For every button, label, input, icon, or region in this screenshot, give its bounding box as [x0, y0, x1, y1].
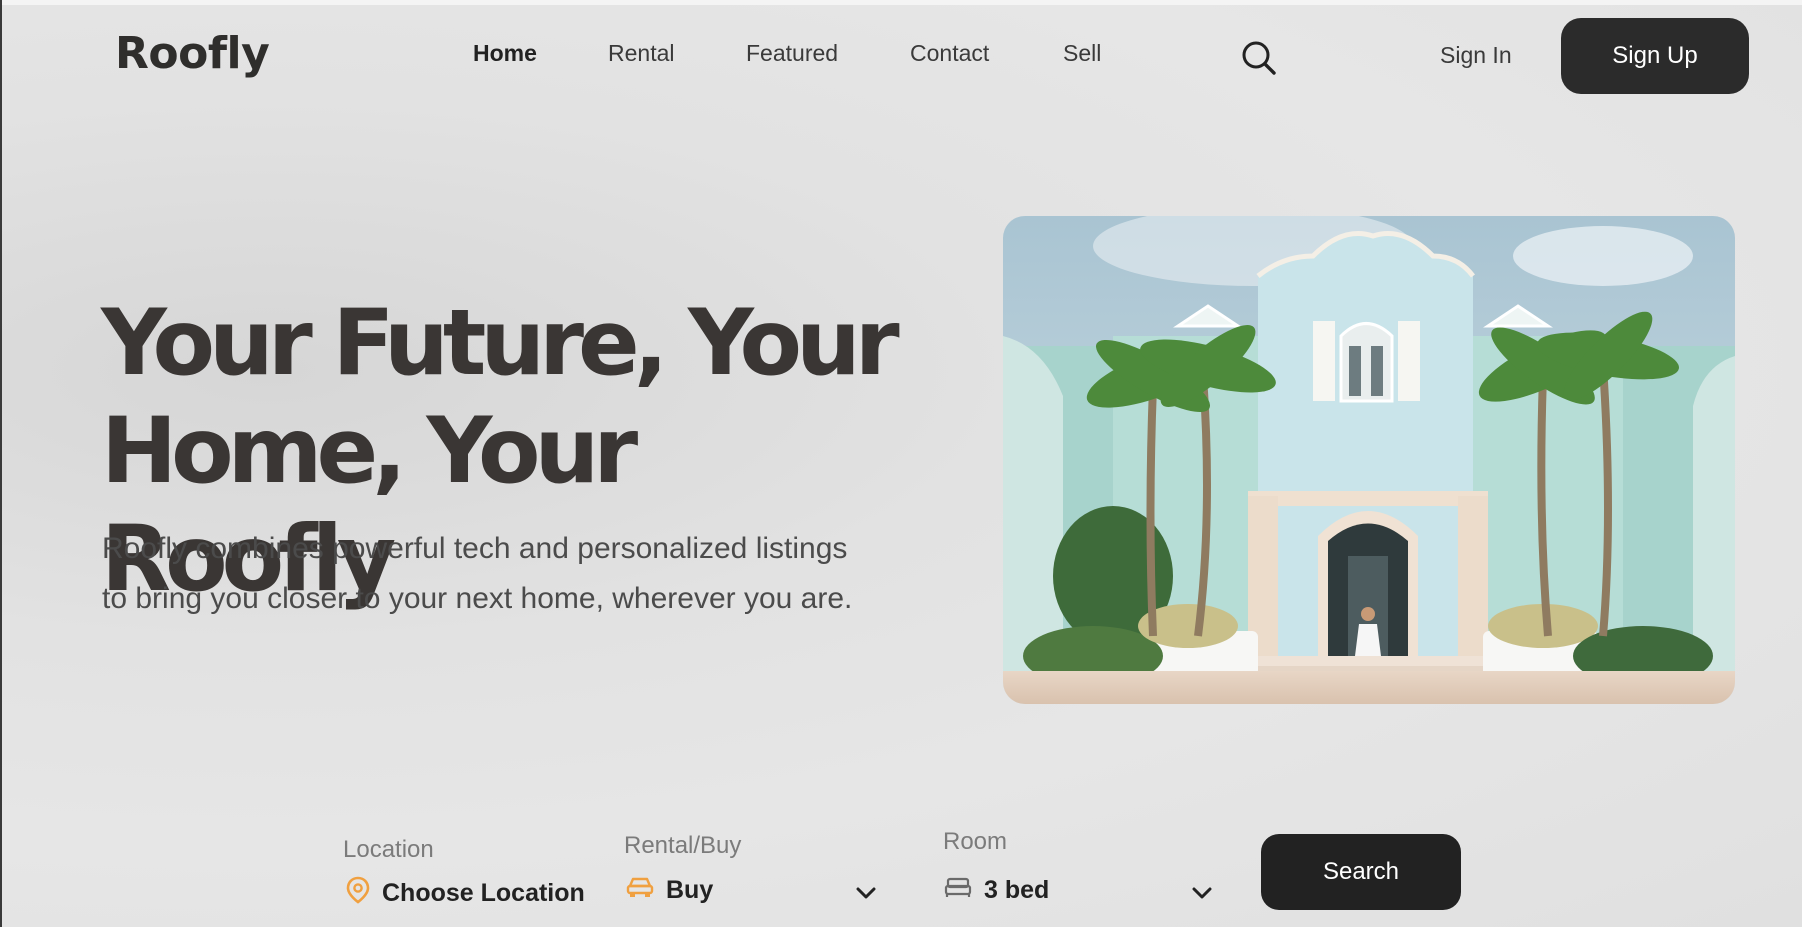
location-label: Location	[343, 836, 434, 863]
room-value: 3 bed	[984, 876, 1050, 904]
bed-icon	[944, 876, 972, 905]
hero-house-photo	[1003, 216, 1735, 704]
room-label: Room	[943, 828, 1008, 855]
car-icon	[626, 876, 654, 905]
sign-in-link[interactable]: Sign In	[1440, 42, 1512, 69]
nav-link-contact[interactable]: Contact	[910, 40, 989, 67]
room-chevron-down-icon[interactable]	[1191, 886, 1213, 900]
hero-subtext-line1: Roofly combines powerful tech and person…	[102, 532, 848, 565]
window-top-edge	[0, 0, 1802, 5]
map-pin-icon	[346, 876, 370, 911]
nav-link-home[interactable]: Home	[473, 40, 537, 67]
hero-subtext-line2: to bring you closer to your next home, w…	[102, 582, 853, 615]
search-icon[interactable]	[1239, 38, 1279, 78]
search-button[interactable]: Search	[1261, 834, 1461, 910]
rental-buy-label: Rental/Buy	[624, 832, 742, 859]
rental-buy-chevron-down-icon[interactable]	[855, 886, 877, 900]
nav-link-sell[interactable]: Sell	[1063, 40, 1101, 67]
room-select[interactable]: 3 bed	[944, 876, 1049, 905]
brand-logo[interactable]: Roofly	[115, 28, 270, 79]
rental-buy-value: Buy	[666, 876, 714, 904]
hero-headline-line1: Your Future, Your	[101, 291, 900, 396]
window-left-edge	[0, 0, 2, 927]
location-value: Choose Location	[382, 879, 585, 907]
nav-link-rental[interactable]: Rental	[608, 40, 674, 67]
sign-up-button[interactable]: Sign Up	[1561, 18, 1749, 94]
hero-subtext: Roofly combines powerful tech and person…	[102, 524, 922, 624]
nav-link-featured[interactable]: Featured	[746, 40, 838, 67]
property-search-bar: Location Choose Location Rental/Buy Buy …	[0, 820, 1802, 927]
rental-buy-select[interactable]: Buy	[626, 876, 713, 905]
location-select[interactable]: Choose Location	[346, 876, 585, 911]
